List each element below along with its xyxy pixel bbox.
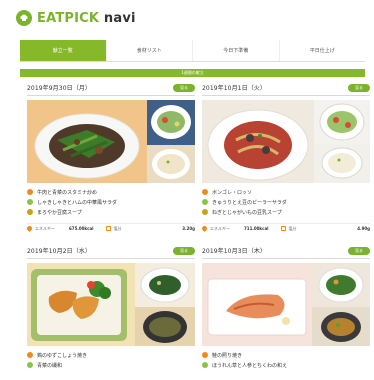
menu-item-label: ねぎとじゃがいもの豆乳スープ <box>212 209 282 216</box>
day-card: 2019年10月1日（火） 見る ボンゴレ・ロッソ きゅうりとえ豆のピーラーサラ <box>200 80 370 238</box>
week-banner: 1週間の献立 <box>20 69 365 77</box>
list-item[interactable]: 牛肉と青菜のスタミナ炒め <box>27 187 195 197</box>
brand-name-part2: navi <box>99 10 136 26</box>
view-button[interactable]: 見る <box>348 246 370 255</box>
meal-photo[interactable] <box>27 100 195 183</box>
salt-shaker-icon <box>280 226 286 231</box>
main-dish-icon <box>202 352 208 358</box>
list-item[interactable]: しゃきしゃきとハムの中華風サラダ <box>27 197 195 207</box>
brand-name-part1: EATPICK <box>37 10 100 26</box>
energy-label: エネルギー <box>35 225 55 231</box>
list-item[interactable]: ほうれん草と人参とちくわの和え <box>202 360 370 370</box>
tab-ingredient-list[interactable]: 食材リスト <box>105 40 193 61</box>
card-date: 2019年10月2日（水） <box>27 248 92 255</box>
energy-value: 711.00kcal <box>244 226 269 231</box>
salt-label: 塩分 <box>113 225 122 231</box>
menu-item-label: 鶏のゆずこしょう焼き <box>37 352 88 359</box>
menu-item-label: 鮭の照り焼き <box>212 352 243 359</box>
card-header: 2019年9月30日（月） 見る <box>27 80 195 96</box>
menu-list: 牛肉と青菜のスタミナ炒め しゃきしゃきとハムの中華風サラダ まろやか豆腐スープ <box>27 187 195 217</box>
day-card: 2019年9月30日（月） 見る 牛肉と青菜のスタミナ炒め しゃきしゃきとハムの <box>25 80 195 238</box>
menu-list: ボンゴレ・ロッソ きゅうりとえ豆のピーラーサラダ ねぎとじゃがいもの豆乳スープ <box>202 187 370 217</box>
list-item[interactable]: 鶏のゆずこしょう焼き <box>27 350 195 360</box>
main-dish-icon <box>202 189 208 195</box>
day-card: 2019年10月3日（木） 見る 鮭の照り焼き ほうれん草と人参とちくわの和え <box>202 243 370 380</box>
view-button[interactable]: 見る <box>173 246 195 255</box>
side-dish-icon <box>202 199 208 205</box>
flame-icon <box>200 224 209 233</box>
list-item[interactable]: きゅうりとえ豆のピーラーサラダ <box>202 197 370 207</box>
card-header: 2019年10月1日（火） 見る <box>202 80 370 96</box>
tab-today-prep[interactable]: 今日下準備 <box>192 40 279 61</box>
main-tabs: 献立一覧 食材リスト 今日下準備 平日仕上げ <box>20 40 365 62</box>
nutrition-row: エネルギー 711.00kcal 塩分 4.90g <box>200 223 370 233</box>
tab-weekday-finish[interactable]: 平日仕上げ <box>278 40 366 61</box>
menu-list: 鶏のゆずこしょう焼き 青菜の磯和 <box>27 350 195 370</box>
soup-icon <box>202 209 208 215</box>
meal-photo[interactable] <box>27 263 195 346</box>
chef-hat-icon[interactable] <box>16 10 32 26</box>
salt-value: 3.20g <box>182 226 195 231</box>
salt-value: 4.90g <box>357 226 370 231</box>
card-header: 2019年10月2日（水） 見る <box>27 243 195 259</box>
meal-photo[interactable] <box>202 100 370 183</box>
energy-label: エネルギー <box>210 225 230 231</box>
side-dish-icon <box>27 199 33 205</box>
day-card: 2019年10月2日（水） 見る 鶏のゆずこしょう焼き 青菜の磯和 <box>27 243 195 380</box>
main-dish-icon <box>27 189 33 195</box>
card-header: 2019年10月3日（木） 見る <box>202 243 370 259</box>
list-item[interactable]: ねぎとじゃがいもの豆乳スープ <box>202 207 370 217</box>
side-dish-icon <box>27 362 33 368</box>
list-item[interactable]: 鮭の照り焼き <box>202 350 370 360</box>
view-button[interactable]: 見る <box>348 83 370 92</box>
salt-shaker-icon <box>105 226 111 231</box>
menu-item-label: ボンゴレ・ロッソ <box>212 189 253 196</box>
list-item[interactable]: まろやか豆腐スープ <box>27 207 195 217</box>
salt-label: 塩分 <box>288 225 297 231</box>
side-dish-icon <box>202 362 208 368</box>
card-date: 2019年10月1日（火） <box>202 85 267 92</box>
tab-menu-list[interactable]: 献立一覧 <box>20 40 106 61</box>
brand-logo[interactable]: EATPICK navi <box>37 11 136 26</box>
menu-item-label: 牛肉と青菜のスタミナ炒め <box>37 189 98 196</box>
card-date: 2019年10月3日（木） <box>202 248 267 255</box>
meal-photo[interactable] <box>202 263 370 346</box>
view-button[interactable]: 見る <box>173 83 195 92</box>
main-dish-icon <box>27 352 33 358</box>
list-item[interactable]: ボンゴレ・ロッソ <box>202 187 370 197</box>
menu-item-label: しゃきしゃきとハムの中華風サラダ <box>37 199 118 206</box>
menu-item-label: ほうれん草と人参とちくわの和え <box>212 362 288 369</box>
nutrition-row: エネルギー 675.00kcal 塩分 3.20g <box>25 223 195 233</box>
menu-item-label: まろやか豆腐スープ <box>37 209 82 216</box>
menu-item-label: きゅうりとえ豆のピーラーサラダ <box>212 199 287 206</box>
menu-item-label: 青菜の磯和 <box>37 362 63 369</box>
energy-value: 675.00kcal <box>69 226 94 231</box>
card-date: 2019年9月30日（月） <box>27 85 92 92</box>
soup-icon <box>27 209 33 215</box>
flame-icon <box>25 224 34 233</box>
list-item[interactable]: 青菜の磯和 <box>27 360 195 370</box>
menu-list: 鮭の照り焼き ほうれん草と人参とちくわの和え <box>202 350 370 370</box>
app-header: EATPICK navi <box>0 0 374 36</box>
